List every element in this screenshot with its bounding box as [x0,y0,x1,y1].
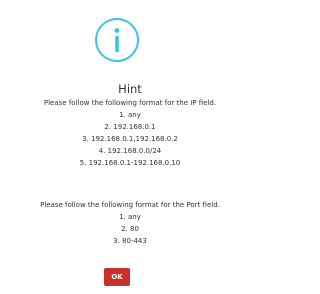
ip-format-item: 4. 192.168.0.0/24 [98,147,162,155]
port-format-intro: Please follow the following format for t… [40,201,220,209]
ip-format-intro: Please follow the following format for t… [43,99,217,107]
port-format-item: 3. 80-443 [113,237,147,245]
ip-format-item: 5. 192.168.0.1-192.168.0.10 [79,159,181,167]
ip-format-list: Please follow the following format for t… [0,97,260,169]
info-icon [93,16,141,64]
ip-format-item: 3. 192.168.0.1,192.168.0.2 [82,135,178,143]
ok-button[interactable]: OK [104,268,130,286]
port-format-item: 2. 80 [121,225,139,233]
port-format-item: 1. any [119,213,141,221]
hint-dialog: Hint Please follow the following format … [0,0,260,294]
ip-format-item: 1. any [119,111,141,119]
port-format-list: Please follow the following format for t… [0,199,260,247]
dialog-title: Hint [118,82,142,96]
ip-format-item: 2. 192.168.0.1 [104,123,156,131]
